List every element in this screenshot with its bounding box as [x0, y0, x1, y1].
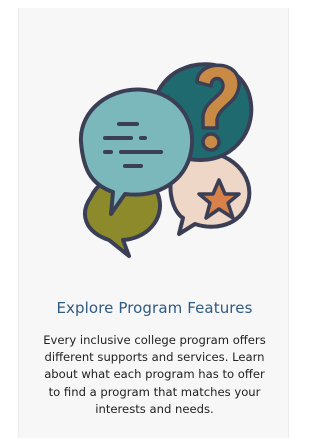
feature-card[interactable]: Explore Program Features Every inclusive…: [18, 8, 289, 438]
description-line: different supports and services. Learn: [44, 350, 265, 365]
description-line: Every inclusive college program offers: [43, 333, 266, 347]
description-line: about what each program has to offer: [44, 367, 265, 382]
card-description: Every inclusive college program offers d…: [19, 332, 290, 418]
description-line: interests and needs.: [95, 401, 214, 416]
description-line: to find a program that matches your: [48, 384, 261, 399]
speech-bubbles-illustration-icon: [71, 42, 261, 262]
card-title[interactable]: Explore Program Features: [19, 299, 290, 317]
